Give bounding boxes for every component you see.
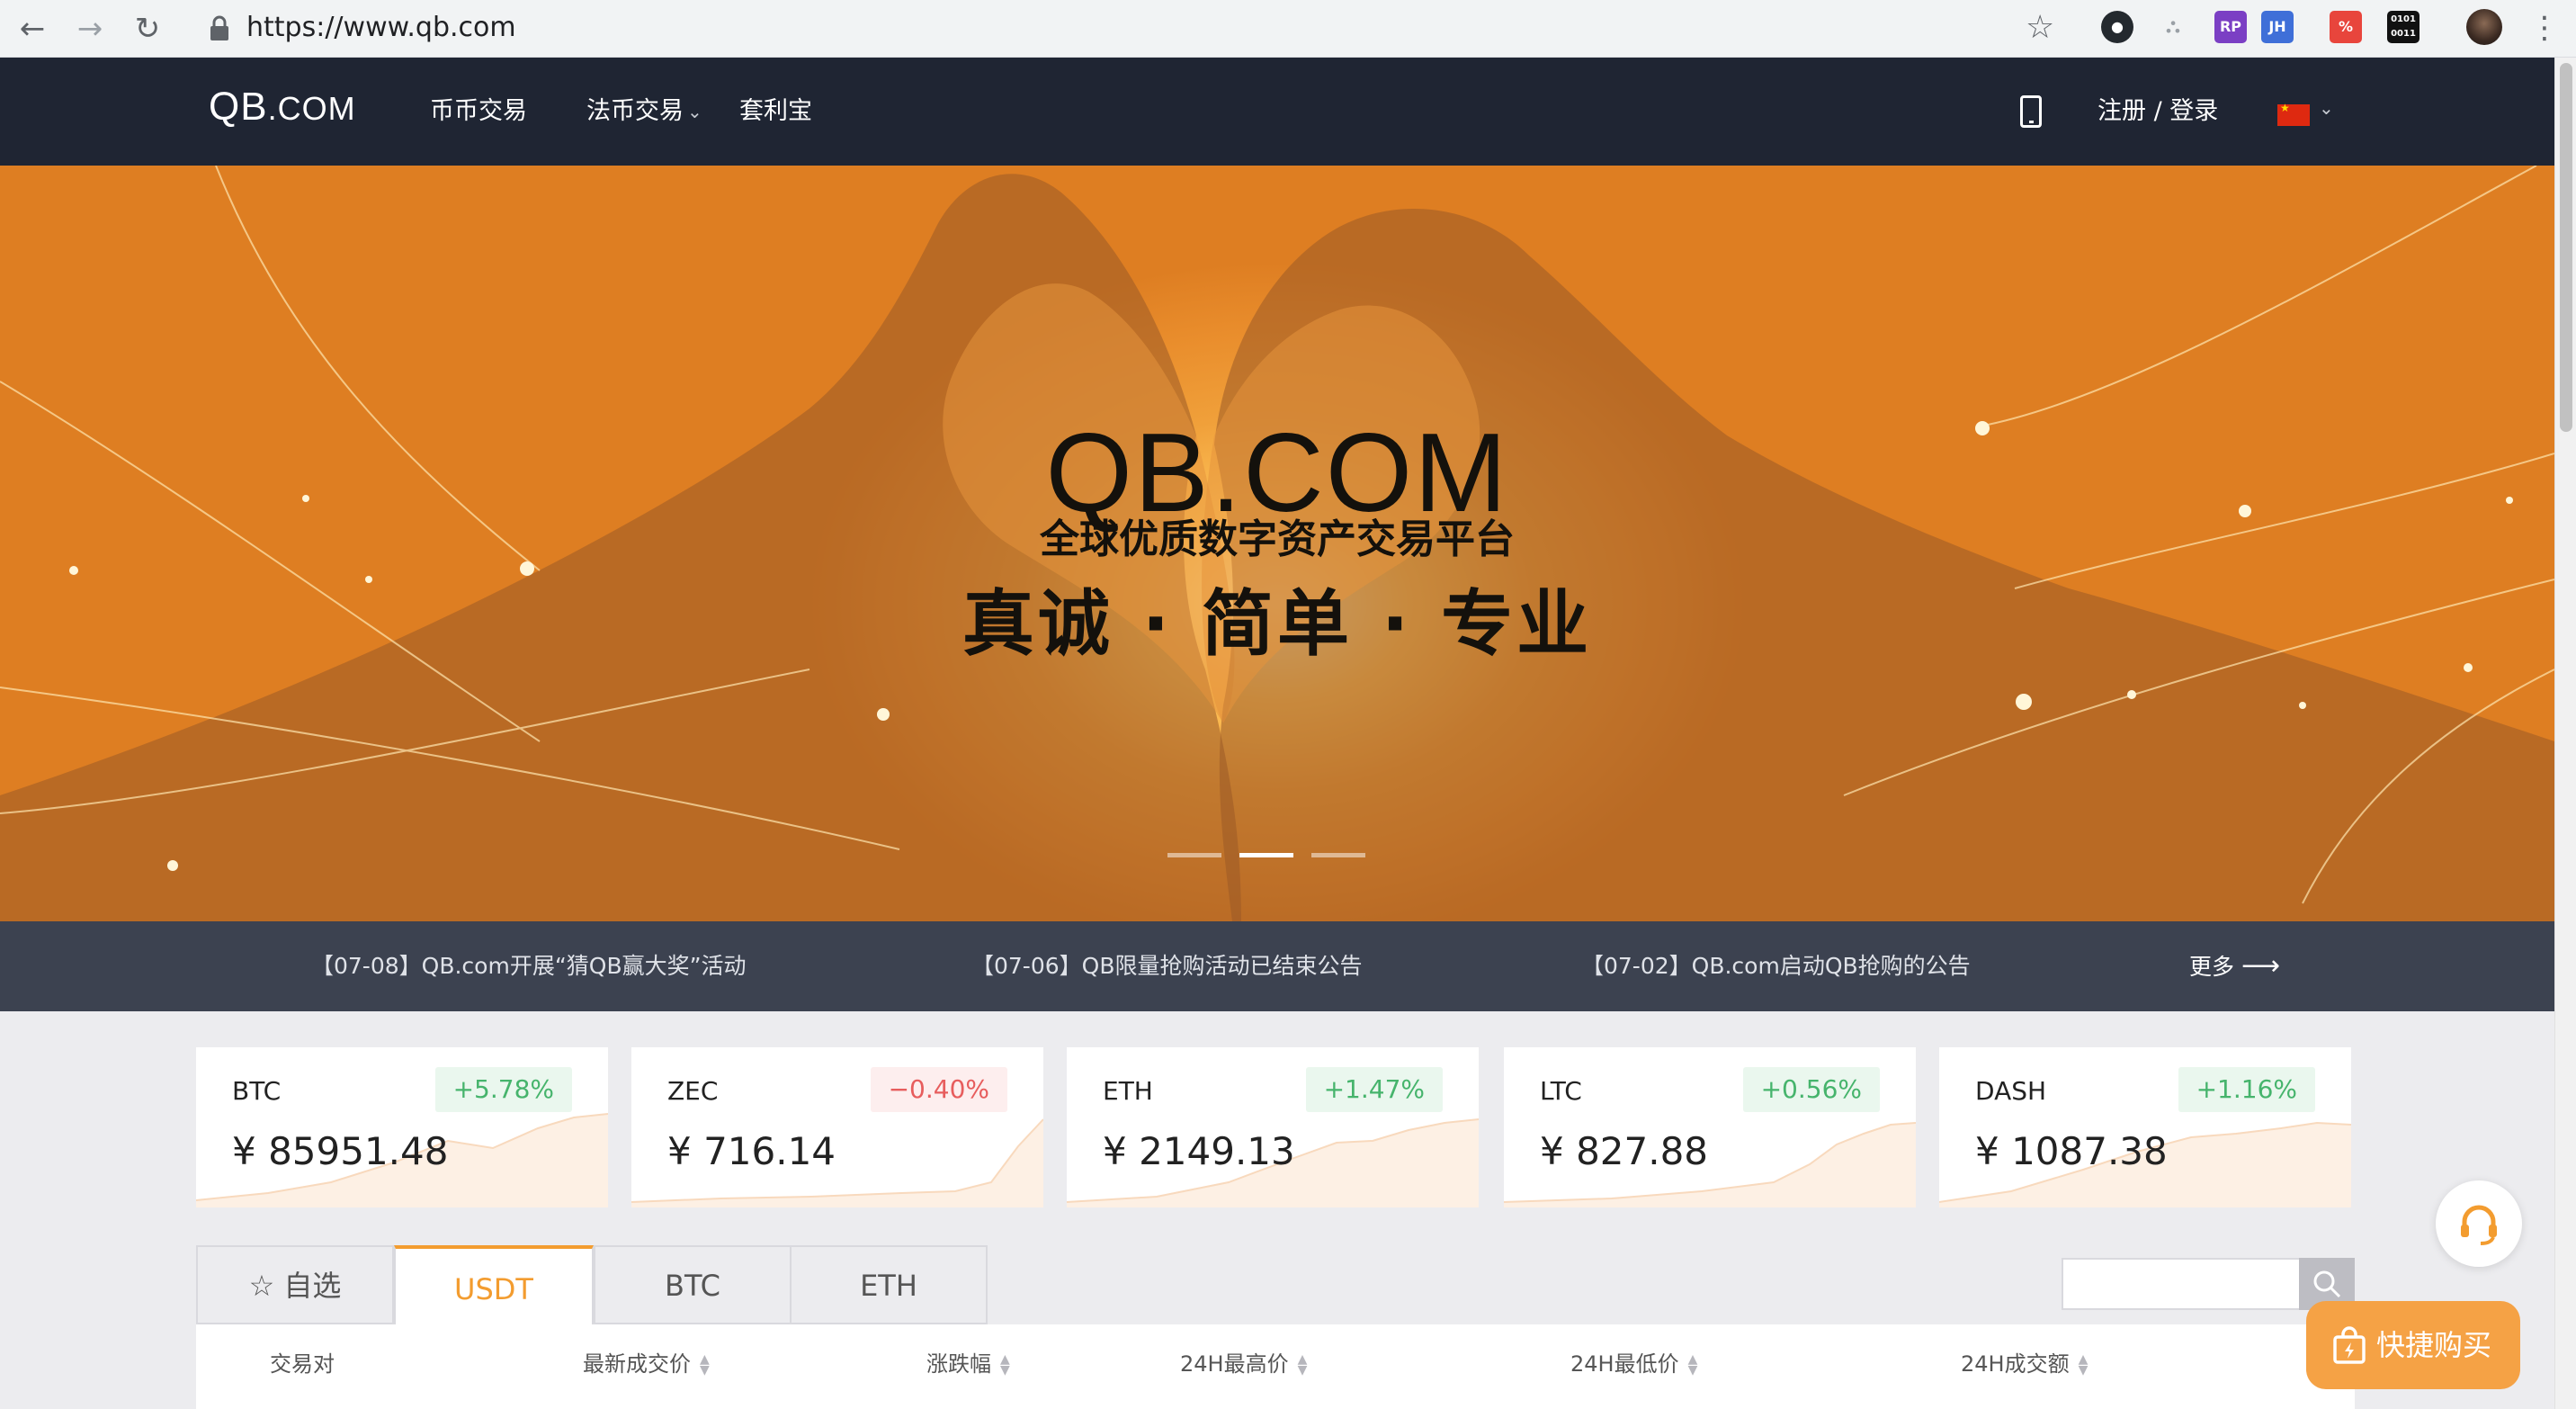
coin-symbol: DASH [1975,1076,2047,1106]
carousel-dot-active[interactable] [1239,853,1293,857]
coin-price: ¥ 1087.38 [1975,1129,2168,1173]
banner-subtitle: 全球优质数字资产交易平台 [1040,516,1515,562]
customer-support-button[interactable] [2436,1180,2522,1267]
coin-symbol: BTC [232,1076,282,1106]
ticker-card-btc[interactable]: BTC +5.78% ¥ 85951.48 [196,1047,608,1207]
change-badge: +5.78% [434,1067,572,1112]
coin-price: ¥ 716.14 [667,1129,836,1173]
change-badge: +0.56% [1742,1067,1880,1112]
nav-fiat-trading[interactable]: 法币交易 [586,94,684,130]
reload-icon[interactable]: ↻ [126,7,169,50]
announcement-item[interactable]: 【07-08】QB.com开展“猜QB赢大奖”活动 [311,948,747,984]
sort-icon: ▲ ▼ [1000,1352,1010,1378]
mobile-app-icon[interactable] [2020,95,2042,128]
announcement-item[interactable]: 【07-06】QB限量抢购活动已结束公告 [971,948,1362,984]
arrow-right-icon: ⟶ [2241,950,2281,982]
coin-price: ¥ 827.88 [1540,1129,1709,1173]
tab-eth[interactable]: ETH [790,1245,988,1324]
coin-price: ¥ 85951.48 [232,1129,449,1173]
china-flag-icon[interactable] [2277,102,2310,126]
column-24h-low[interactable]: 24H最低价 ▲ ▼ [1570,1346,1697,1382]
ticker-card-dash[interactable]: DASH +1.16% ¥ 1087.38 [1939,1047,2351,1207]
coin-symbol: LTC [1540,1076,1582,1106]
column-24h-volume[interactable]: 24H成交额 ▲ ▼ [1961,1346,2088,1382]
sort-icon: ▲ ▼ [700,1352,710,1378]
translate-extension-icon[interactable]: % [2330,11,2362,43]
announcement-item[interactable]: 【07-02】QB.com启动QB抢购的公告 [1581,948,1971,984]
browser-menu-icon[interactable]: ⋮ [2529,5,2560,50]
tab-btc[interactable]: BTC [594,1245,792,1324]
tree-extension-icon[interactable]: ⛬ [2157,11,2189,43]
forward-icon[interactable]: → [68,7,112,50]
sort-icon: ▲ ▼ [1687,1352,1698,1378]
ticker-card-ltc[interactable]: LTC +0.56% ¥ 827.88 [1504,1047,1916,1207]
bookmark-star-icon[interactable]: ☆ [2026,5,2054,50]
search-icon [2313,1270,2341,1298]
qb-logo[interactable]: QB.COM [209,85,356,130]
language-chevron-icon[interactable]: ⌄ [2319,97,2334,119]
banner-slogan: 真诚 · 简单 · 专业 [962,582,1593,666]
lock-icon [210,15,228,40]
page-scrollbar[interactable] [2554,58,2576,1409]
sort-icon: ▲ ▼ [2078,1352,2089,1378]
column-24h-high[interactable]: 24H最高价 ▲ ▼ [1180,1346,1307,1382]
register-login-link[interactable]: 注册 / 登录 [2097,94,2218,130]
rp-extension-icon[interactable]: RP [2214,11,2247,43]
browser-toolbar: ← → ↻ https://www.qb.com ☆ ● ⛬ RP JH % 0… [0,0,2576,58]
chevron-down-icon[interactable]: ⌄ [687,94,702,130]
announcement-bar: 【07-08】QB.com开展“猜QB赢大奖”活动 【07-06】QB限量抢购活… [0,921,2554,1011]
url-text[interactable]: https://www.qb.com [246,7,516,49]
ticker-card-zec[interactable]: ZEC −0.40% ¥ 716.14 [631,1047,1043,1207]
jh-extension-icon[interactable]: JH [2261,11,2294,43]
column-change[interactable]: 涨跌幅 ▲ ▼ [926,1346,1010,1382]
ticker-card-eth[interactable]: ETH +1.47% ¥ 2149.13 [1067,1047,1479,1207]
change-badge: +1.47% [1305,1067,1443,1112]
back-icon[interactable]: ← [11,7,54,50]
scrollbar-thumb[interactable] [2560,63,2572,432]
column-pair[interactable]: 交易对 [270,1346,335,1382]
profile-avatar[interactable] [2466,9,2502,45]
market-table-header: 交易对 最新成交价 ▲ ▼ 涨跌幅 ▲ ▼ 24H最高价 ▲ ▼ 24H最低价 ▲ ▼ 24H成… [196,1324,2355,1409]
headset-icon [2461,1205,2497,1245]
sort-icon: ▲ ▼ [1297,1352,1308,1378]
binary-extension-icon[interactable]: 0101 0011 [2387,11,2419,43]
carousel-dot[interactable] [1311,853,1365,857]
coin-symbol: ETH [1103,1076,1153,1106]
coin-price: ¥ 2149.13 [1103,1129,1295,1173]
coin-symbol: ZEC [667,1076,719,1106]
github-extension-icon[interactable]: ● [2101,11,2133,43]
change-badge: −0.40% [870,1067,1007,1112]
nav-arbitrage[interactable]: 套利宝 [739,94,812,130]
site-header: QB.COM 币币交易 法币交易 ⌄ 套利宝 注册 / 登录 ⌄ [0,58,2554,166]
tab-usdt[interactable]: USDT [394,1245,594,1326]
market-search-input[interactable] [2062,1258,2301,1310]
carousel-dot[interactable] [1167,853,1221,857]
tab-favorites[interactable]: ☆ 自选 [196,1245,394,1324]
column-last-price[interactable]: 最新成交价 ▲ ▼ [583,1346,710,1382]
hero-banner[interactable]: QB.COM 全球优质数字资产交易平台 真诚 · 简单 · 专业 [0,166,2554,921]
shopping-bag-icon [2333,1326,2366,1364]
change-badge: +1.16% [2178,1067,2315,1112]
quick-buy-button[interactable]: 快捷购买 [2306,1301,2520,1389]
nav-coin-trading[interactable]: 币币交易 [430,94,527,130]
more-announcements-link[interactable]: 更多 ⟶ [2189,948,2280,985]
